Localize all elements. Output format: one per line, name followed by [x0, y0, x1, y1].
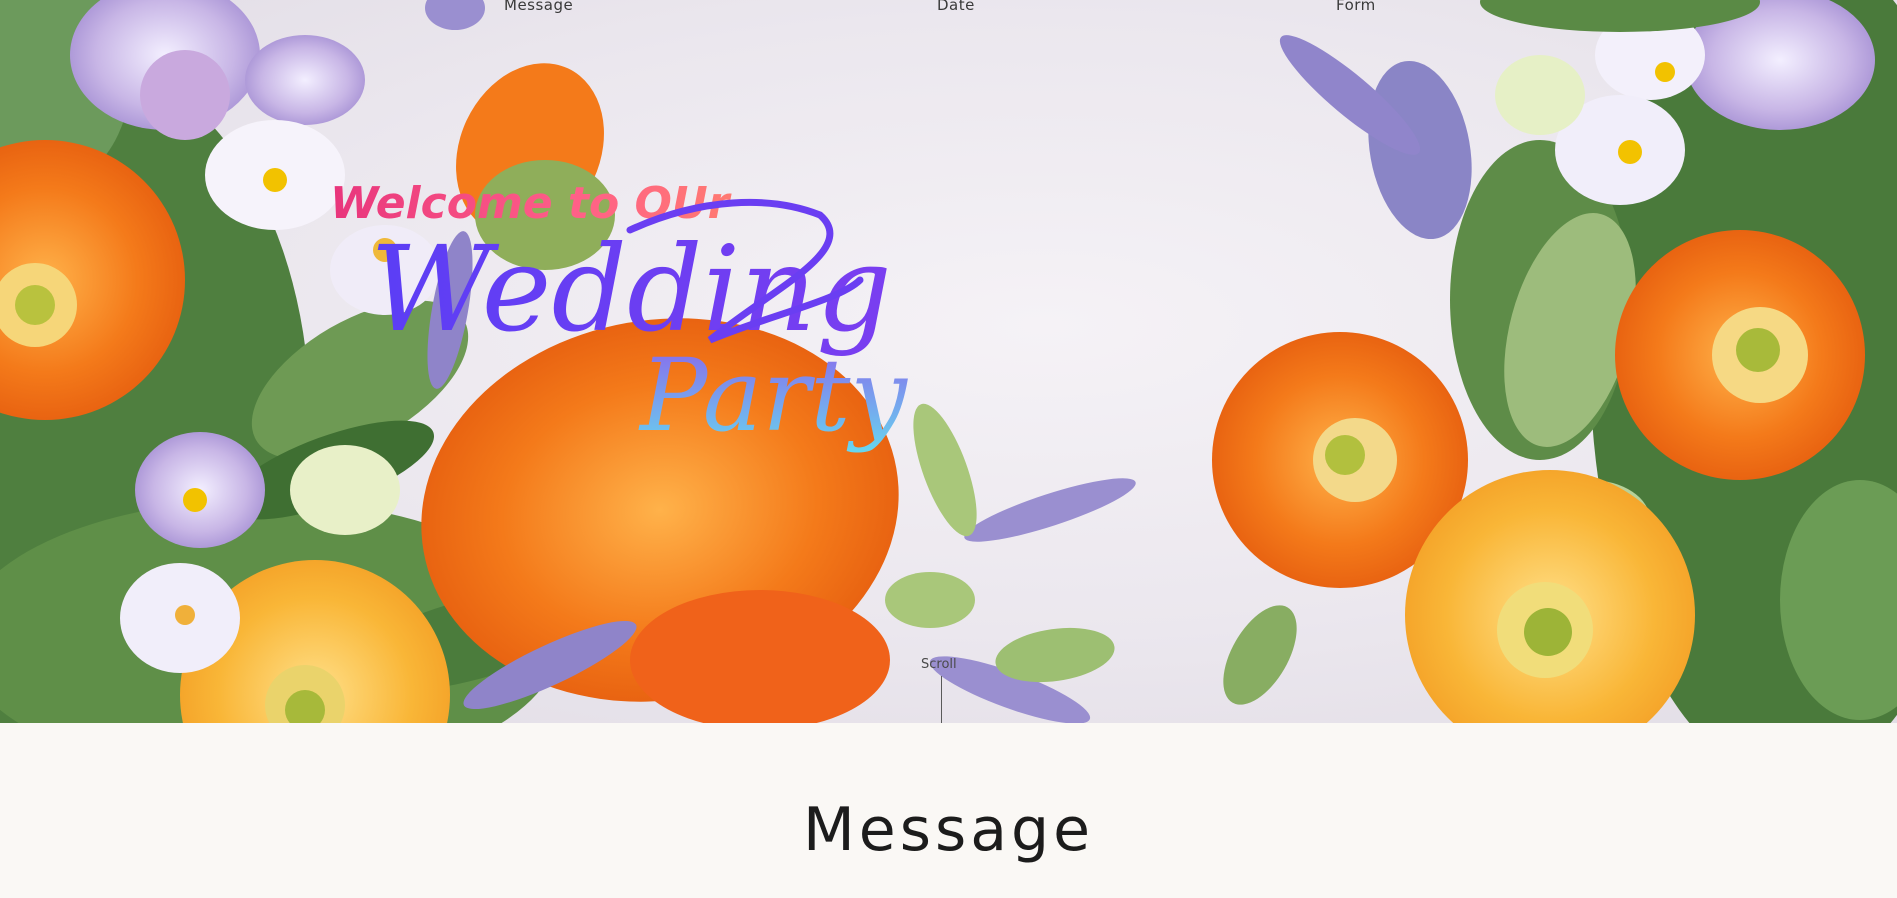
- message-section-heading: Message: [803, 795, 1094, 865]
- hero-title-line-3: Party: [638, 337, 908, 454]
- nav-item-form[interactable]: Form: [1336, 0, 1376, 14]
- nav-item-message[interactable]: Message: [504, 0, 573, 14]
- top-navigation: Message Date Form: [0, 0, 1897, 16]
- scroll-indicator-label[interactable]: Scroll: [921, 657, 957, 672]
- hero-title-lettering: Welcome to OUr Wedding Party: [330, 178, 908, 454]
- scroll-indicator-line: [941, 676, 942, 723]
- nav-item-date[interactable]: Date: [937, 0, 975, 14]
- right-bouquet: [1212, 0, 1897, 723]
- hero-section: Message Date Form Welcome to OUr Wedding…: [0, 0, 1897, 723]
